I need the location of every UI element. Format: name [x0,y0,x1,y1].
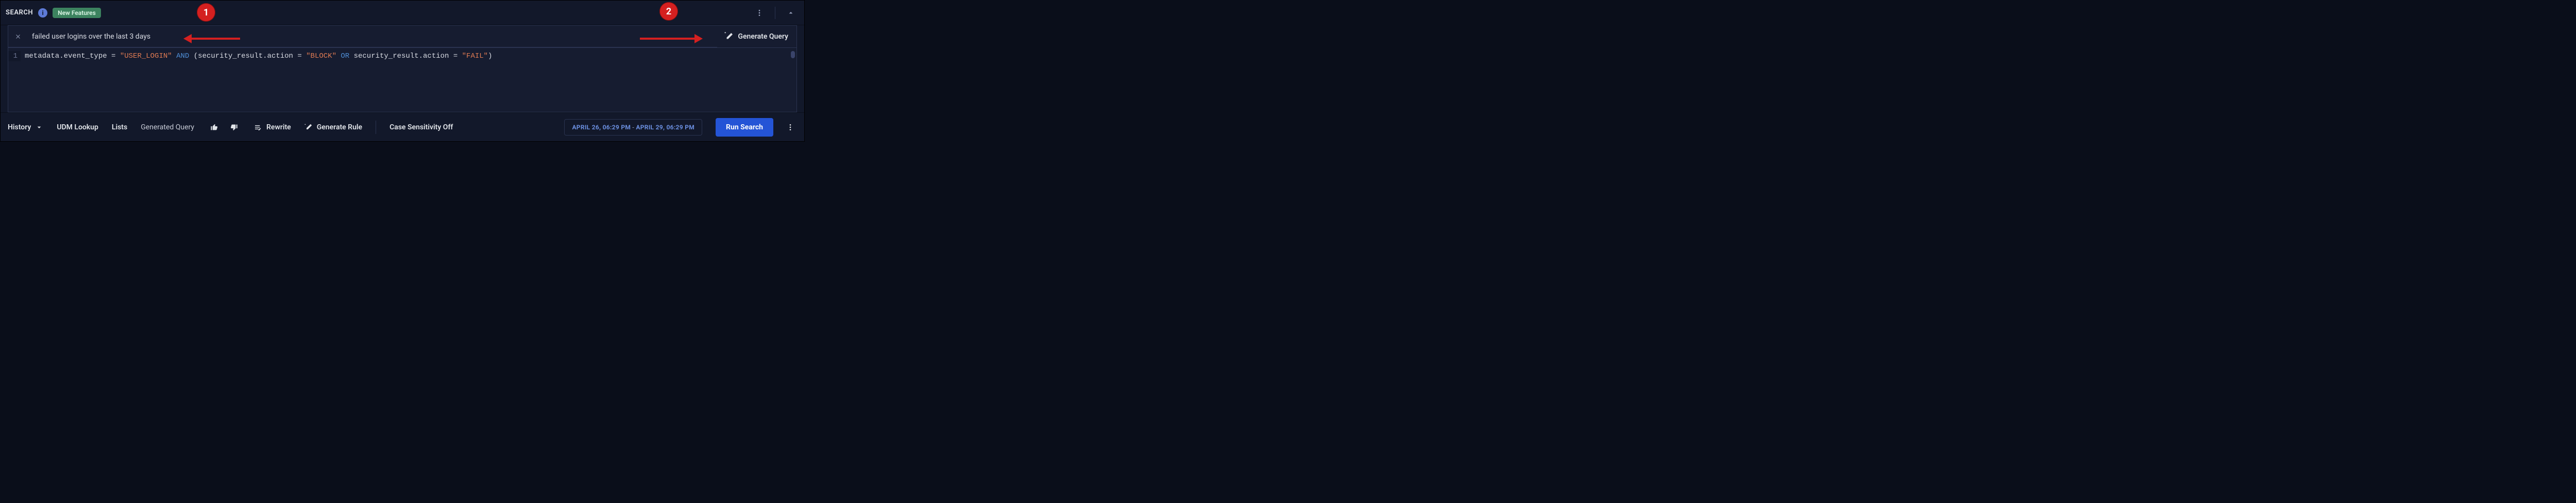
lists-label: Lists [112,123,127,131]
generate-rule-button[interactable]: Generate Rule [304,123,362,131]
date-to: APRIL 29, 06:29 PM [636,124,694,131]
chevron-down-icon [35,123,43,131]
new-features-badge[interactable]: New Features [53,8,101,18]
date-sep: - [631,124,636,131]
udm-lookup-label: UDM Lookup [57,123,98,131]
thumbs-up-icon [210,123,218,131]
bottom-toolbar: History UDM Lookup Lists Generated Query… [1,112,804,141]
thumbs-up-button[interactable] [208,121,221,134]
collapse-button[interactable] [783,5,799,21]
clear-nl-button[interactable] [13,32,23,41]
nl-input-area[interactable]: failed user logins over the last 3 days [8,26,717,47]
nl-prompt-text: failed user logins over the last 3 days [32,32,150,41]
search-title: SEARCH [6,9,33,16]
rewrite-label: Rewrite [266,123,291,131]
case-sensitivity-toggle[interactable]: Case Sensitivity Off [389,123,453,131]
code-content: metadata.event_type = "USER_LOGIN" AND (… [21,51,492,61]
line-number: 1 [8,51,21,61]
query-editor[interactable]: 1 metadata.event_type = "USER_LOGIN" AND… [8,48,797,112]
nl-prompt-row: failed user logins over the last 3 days … [8,25,797,48]
case-sensitivity-label: Case Sensitivity Off [389,123,453,131]
generated-query-label-item: Generated Query [141,123,194,131]
sparkle-pencil-icon [304,123,313,131]
run-search-button[interactable]: Run Search [716,118,773,137]
chevron-up-icon [787,9,795,17]
search-header: SEARCH i New Features [1,1,804,25]
header-kebab-menu[interactable] [751,5,768,21]
kebab-icon [786,123,794,131]
rewrite-button[interactable]: Rewrite [254,123,291,131]
editor-scrollbar[interactable] [791,51,795,58]
history-dropdown[interactable]: History [8,123,43,131]
run-search-label: Run Search [726,123,763,131]
close-icon [14,33,22,40]
generate-rule-label: Generate Rule [317,123,362,131]
thumbs-down-button[interactable] [227,121,241,134]
date-range-picker[interactable]: APRIL 26, 06:29 PM - APRIL 29, 06:29 PM [564,119,702,136]
info-icon[interactable]: i [38,8,47,18]
generate-query-label: Generate Query [738,32,788,41]
generate-query-button[interactable]: Generate Query [717,26,796,47]
udm-lookup-button[interactable]: UDM Lookup [57,123,98,131]
history-label: History [8,123,31,131]
generated-query-label: Generated Query [141,123,194,131]
sparkle-pencil-icon [724,32,734,41]
date-from: APRIL 26, 06:29 PM [572,124,631,131]
thumbs-down-icon [230,123,238,131]
kebab-icon [755,9,764,17]
lists-button[interactable]: Lists [112,123,127,131]
toolbar-kebab-menu[interactable] [784,121,797,134]
rewrite-icon [254,123,262,131]
